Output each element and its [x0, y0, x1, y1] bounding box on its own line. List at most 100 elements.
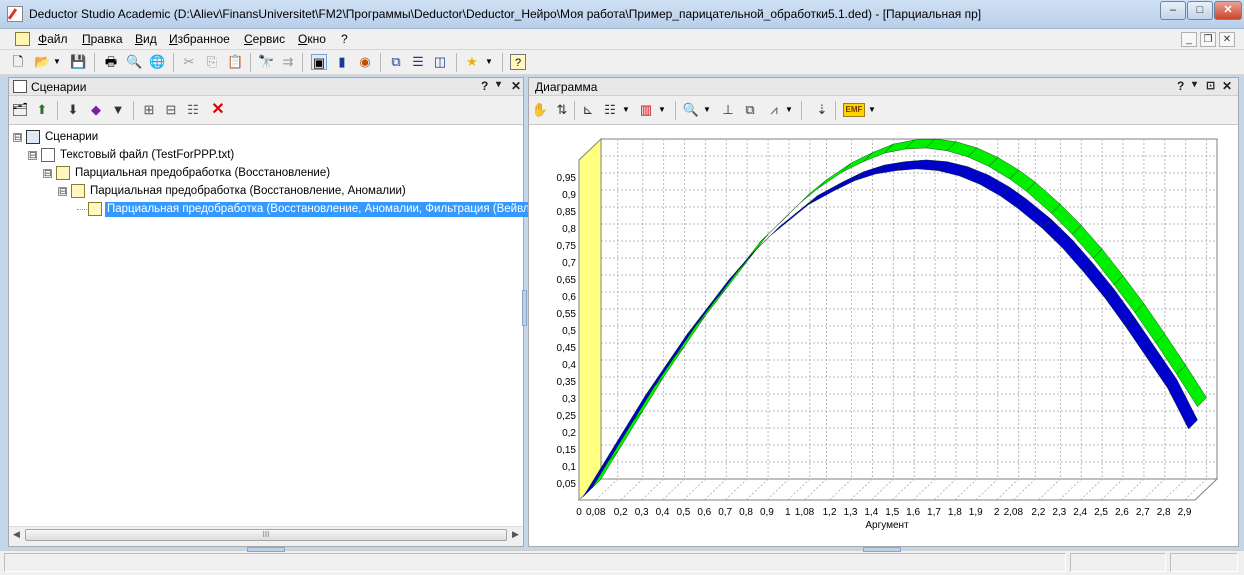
- paste-icon[interactable]: 📋: [227, 54, 243, 70]
- menu-favorites[interactable]: Избранное: [169, 32, 230, 46]
- panels-vertical-icon[interactable]: ◫: [432, 54, 448, 70]
- dropdown-arrow-icon[interactable]: ▼: [702, 101, 712, 119]
- web-icon[interactable]: 🌐: [149, 54, 165, 70]
- help-icon[interactable]: ?: [510, 54, 526, 70]
- menu-window[interactable]: Окно: [298, 32, 326, 46]
- close-button[interactable]: ✕: [1214, 1, 1242, 20]
- menu-view[interactable]: Вид: [135, 32, 157, 46]
- dropdown-arrow-icon[interactable]: ▼: [657, 101, 667, 119]
- chart-type-icon[interactable]: ▥: [637, 101, 655, 119]
- panel-menu-button[interactable]: ▾: [1192, 79, 1197, 90]
- dropdown-arrow-icon[interactable]: ▼: [52, 54, 62, 70]
- tree-item-label[interactable]: Текстовый файл (TestForPPP.txt): [58, 148, 236, 163]
- cube-icon[interactable]: ◆: [87, 101, 105, 119]
- menu-bar: Файл Правка Вид Избранное Сервис Окно ? …: [0, 29, 1244, 50]
- bottom-splitter-grip[interactable]: [863, 547, 901, 552]
- panel-close-button[interactable]: ✕: [1222, 79, 1232, 93]
- menu-file[interactable]: Файл: [38, 32, 68, 46]
- book-icon[interactable]: ▮: [334, 54, 350, 70]
- maximize-button[interactable]: □: [1187, 1, 1213, 20]
- import-icon[interactable]: ⬇: [64, 101, 82, 119]
- collapse-toggle-icon[interactable]: ⊟: [43, 169, 52, 178]
- bottom-splitter-grip[interactable]: [247, 547, 285, 552]
- tree-expand-icon[interactable]: ⊞: [140, 101, 158, 119]
- export-icon[interactable]: ⬆: [33, 101, 51, 119]
- tree-item-label[interactable]: Парциальная предобработка (Восстановлени…: [88, 184, 408, 199]
- chart-toolbar: ✋ ⇅ ⊾ ☷ ▼ ▥ ▼ 🔍 ▼ ⊥ ⧉ ⩘ ▼ ⇣ EMF ▼: [529, 97, 1238, 123]
- chart-wizard-icon[interactable]: ⩘: [765, 101, 783, 119]
- tree-item-label[interactable]: Парциальная предобработка (Восстановлени…: [73, 166, 332, 181]
- scenario-view-icon[interactable]: ▣: [311, 54, 327, 70]
- toolbar-separator: [173, 53, 174, 72]
- delete-icon[interactable]: ✕: [209, 101, 227, 119]
- hand-move-icon[interactable]: ✋: [531, 101, 549, 119]
- collapse-toggle-icon[interactable]: ⊟: [28, 151, 37, 160]
- axes-icon[interactable]: ⊾: [579, 101, 597, 119]
- dropdown-arrow-icon[interactable]: ▼: [484, 54, 494, 70]
- panel-float-button[interactable]: ⊡: [1206, 79, 1215, 92]
- new-file-icon[interactable]: 🗋: [10, 54, 26, 70]
- find-next-icon[interactable]: ⇉: [280, 54, 296, 70]
- tree-item-label[interactable]: Парциальная предобработка (Восстановлени…: [105, 202, 543, 217]
- x-tick-label: 0,3: [635, 507, 649, 518]
- mdi-restore-button[interactable]: ❐: [1200, 32, 1216, 47]
- open-folder-icon[interactable]: 📂: [34, 54, 50, 70]
- dropdown-arrow-icon[interactable]: ▼: [867, 101, 877, 119]
- print-preview-icon[interactable]: 🔍: [126, 54, 142, 70]
- zoom-icon[interactable]: 🔍: [682, 101, 700, 119]
- mdi-close-button[interactable]: ✕: [1219, 32, 1235, 47]
- x-tick-label: 2,8: [1157, 507, 1171, 518]
- properties-icon[interactable]: 🗂: [11, 101, 29, 119]
- scroll-left-icon[interactable]: ◀: [13, 529, 20, 540]
- cut-icon[interactable]: ✂: [181, 54, 197, 70]
- x-tick-label: 1,7: [927, 507, 941, 518]
- x-tick-label: 0,9: [760, 507, 774, 518]
- menu-edit[interactable]: Правка: [82, 32, 123, 46]
- tree-collapse-icon[interactable]: ⊟: [162, 101, 180, 119]
- collapse-toggle-icon[interactable]: ⊟: [58, 187, 67, 196]
- legend-icon[interactable]: ☷: [601, 101, 619, 119]
- wizard-icon[interactable]: ◉: [357, 54, 373, 70]
- document-icon[interactable]: [15, 32, 30, 46]
- panels-tile-icon[interactable]: ⧉: [388, 54, 404, 70]
- x-tick-label: 1,8: [948, 507, 962, 518]
- menu-help[interactable]: ?: [341, 32, 348, 46]
- panel-menu-button[interactable]: ▾: [496, 79, 501, 90]
- emf-icon[interactable]: EMF: [843, 103, 865, 117]
- panel-close-button[interactable]: ✕: [511, 79, 521, 93]
- find-icon[interactable]: 🔭: [258, 54, 274, 70]
- dropdown-arrow-icon[interactable]: ▼: [784, 101, 794, 119]
- copy-icon[interactable]: ⎘: [204, 54, 220, 70]
- print-icon[interactable]: 🖶: [103, 54, 119, 70]
- copy-chart-icon[interactable]: ⧉: [741, 101, 759, 119]
- toolbar-separator: [801, 101, 802, 120]
- panel-help-button[interactable]: ?: [1177, 79, 1184, 93]
- collapse-toggle-icon[interactable]: ⊟: [13, 133, 22, 142]
- toolbar-separator: [57, 101, 58, 120]
- export-emf-icon[interactable]: ⇣: [813, 101, 831, 119]
- report-icon[interactable]: ▼: [109, 101, 127, 119]
- favorites-star-icon[interactable]: ★: [464, 54, 480, 70]
- y-tick-label: 0,55: [557, 309, 577, 320]
- x-tick-label: 1,3: [844, 507, 858, 518]
- panels-horizontal-icon[interactable]: ☰: [410, 54, 426, 70]
- toolbar-separator: [133, 101, 134, 120]
- tree-sort-icon[interactable]: ☷: [184, 101, 202, 119]
- panel-splitter[interactable]: [522, 290, 527, 326]
- tree-item-label[interactable]: Сценарии: [43, 130, 100, 145]
- panel-help-button[interactable]: ?: [481, 79, 488, 93]
- series-icon[interactable]: ⇅: [553, 101, 571, 119]
- zoom-fit-icon[interactable]: ⊥: [719, 101, 737, 119]
- mdi-minimize-button[interactable]: _: [1181, 32, 1197, 47]
- tree-horizontal-scrollbar[interactable]: ◀ III ▶: [9, 526, 523, 542]
- chart-svg[interactable]: 0,05 0,1 0,15 0,2 0,25 0,3 0,35 0,4 0,45 0,5 0,55 0…: [529, 125, 1238, 547]
- save-icon[interactable]: 💾: [70, 54, 86, 70]
- menu-service[interactable]: Сервис: [244, 32, 285, 46]
- scroll-right-icon[interactable]: ▶: [512, 529, 519, 540]
- minimize-button[interactable]: –: [1160, 1, 1186, 20]
- scenarios-panel-icon: [13, 80, 27, 93]
- toolbar-separator: [675, 101, 676, 120]
- dropdown-arrow-icon[interactable]: ▼: [621, 101, 631, 119]
- preprocessing-icon: [88, 202, 102, 216]
- scroll-thumb[interactable]: III: [25, 529, 507, 541]
